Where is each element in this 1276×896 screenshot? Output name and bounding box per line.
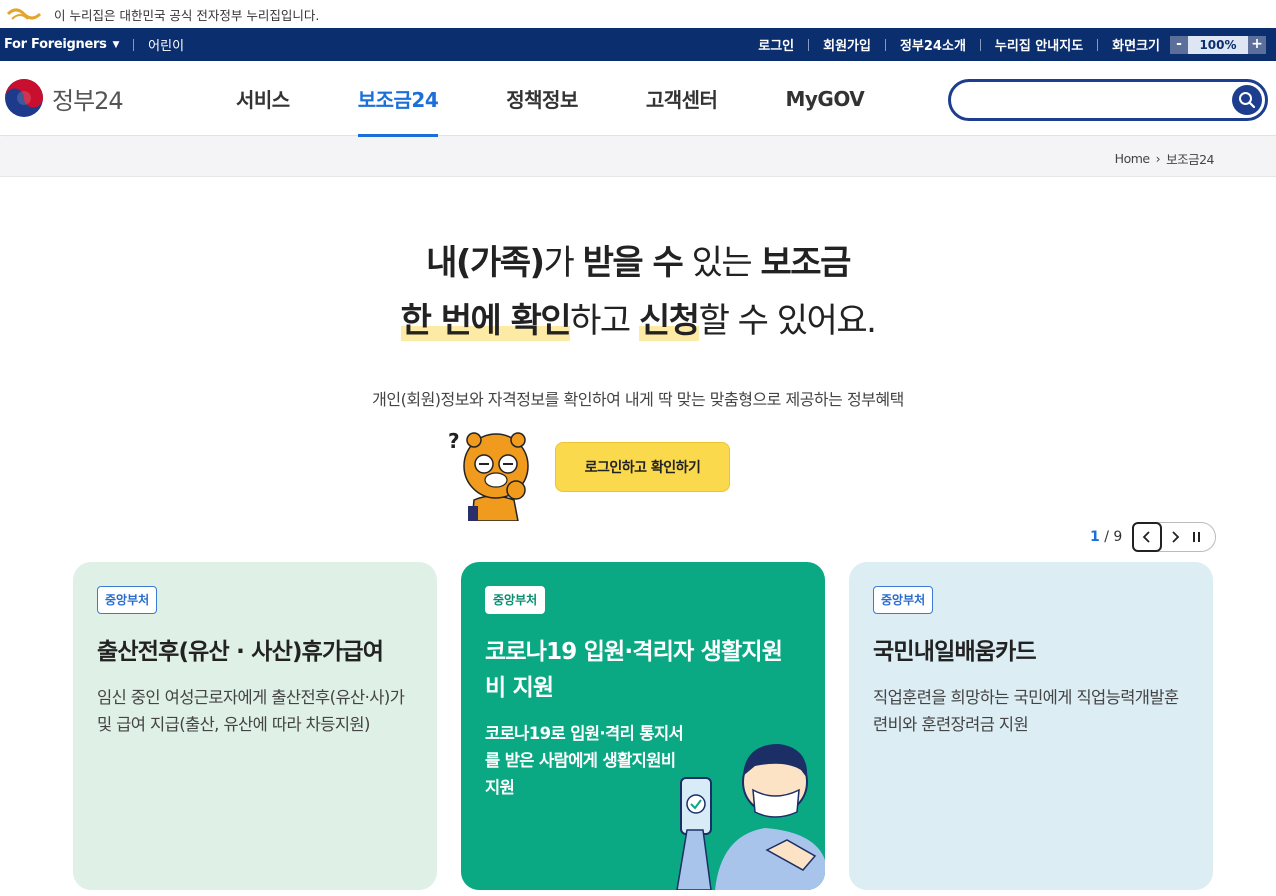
hero-text: 가 (543, 243, 583, 283)
thinking-lion-character-icon: ? (448, 429, 529, 521)
carousel-next-button[interactable] (1167, 529, 1183, 545)
card-category-tag: 중앙부처 (485, 586, 546, 614)
gov-official-banner: 이 누리집은 대한민국 공식 전자정부 누리집입니다. (0, 0, 1276, 28)
masked-person-with-phone-icon (676, 744, 825, 890)
nav-services[interactable]: 서비스 (236, 61, 290, 136)
login-and-check-button[interactable]: 로그인하고 확인하기 (555, 442, 730, 492)
breadcrumb-home[interactable]: Home (1115, 151, 1150, 166)
benefit-card[interactable]: 중앙부처 출산전후(유산 · 사산)휴가급여 임신 중인 여성근로자에게 출산전… (73, 562, 437, 890)
nav-mygov[interactable]: MyGOV (785, 61, 864, 136)
chevron-right-icon: › (1155, 151, 1161, 166)
gov-banner-text: 이 누리집은 대한민국 공식 전자정부 누리집입니다. (54, 7, 320, 23)
hero-text: 할 수 있어요. (698, 301, 877, 341)
for-foreigners-label: For Foreigners (4, 37, 107, 52)
hero-line-2: 한 번에 확인하고 신청할 수 있어요. (0, 295, 1276, 347)
zoom-out-button[interactable]: - (1170, 35, 1188, 54)
carousel-current-page: 1 (1090, 529, 1100, 545)
hero-text-highlight: 한 번에 확인 (400, 301, 572, 341)
sitemap-link[interactable]: 누리집 안내지도 (995, 35, 1083, 54)
logo-text: 정부24 (52, 86, 124, 115)
zoom-value: 100% (1188, 35, 1248, 54)
search-box (948, 79, 1268, 121)
divider (979, 38, 981, 51)
hero-text-bold: 내(가족) (426, 243, 545, 283)
divider (1097, 38, 1099, 51)
card-title: 국민내일배움카드 (873, 639, 1037, 665)
breadcrumb: Home › 보조금24 (1115, 149, 1215, 168)
card-category-tag: 중앙부처 (873, 586, 934, 614)
carousel-prev-button[interactable] (1132, 522, 1163, 552)
carousel-total-pages: / 9 (1104, 529, 1123, 545)
nav-customer-center[interactable]: 고객센터 (646, 61, 718, 136)
zoom-in-button[interactable]: + (1248, 35, 1266, 54)
hero-heading: 내(가족)가 받을 수 있는 보조금 한 번에 확인하고 신청할 수 있어요. (0, 237, 1276, 347)
card-description: 코로나19로 입원·격리 통지서를 받은 사람에게 생활지원비 지원 (485, 724, 684, 797)
zoom-control: - 100% + (1170, 35, 1266, 54)
taegeuk-emblem-icon (5, 79, 43, 117)
hero-text-bold: 받을 수 (582, 243, 684, 283)
carousel-pager: 1 / 9 (1090, 522, 1217, 552)
card-category-tag: 중앙부처 (97, 586, 158, 614)
for-foreigners-menu[interactable]: For Foreigners ▼ (4, 37, 119, 52)
pause-icon (1193, 532, 1201, 542)
breadcrumb-current: 보조금24 (1166, 152, 1214, 167)
hero-line-1: 내(가족)가 받을 수 있는 보조금 (0, 237, 1276, 289)
svg-text:?: ? (448, 429, 460, 453)
login-link[interactable]: 로그인 (758, 35, 794, 54)
search-icon (1239, 92, 1256, 109)
benefit-card[interactable]: 중앙부처 국민내일배움카드 직업훈련을 희망하는 국민에게 직업능력개발훈련비와… (849, 562, 1213, 890)
hero-text-bold: 보조금 (760, 243, 852, 283)
hero-text: 하고 (570, 301, 640, 341)
gov24-logo[interactable]: 정부24 (4, 78, 124, 118)
search-button[interactable] (1232, 85, 1262, 115)
card-title: 코로나19 입원·격리자 생활지원비 지원 (485, 639, 783, 701)
breadcrumb-bar: Home › 보조금24 (0, 137, 1276, 177)
search-input[interactable] (965, 88, 1225, 112)
carousel-controls (1132, 522, 1217, 552)
about-gov24-link[interactable]: 정부24소개 (900, 35, 966, 54)
nav-subsidy24[interactable]: 보조금24 (357, 61, 439, 138)
card-title: 출산전후(유산 · 사산)휴가급여 (97, 639, 384, 665)
divider (133, 38, 135, 51)
caret-down-icon: ▼ (112, 39, 120, 50)
divider (808, 38, 810, 51)
hero-text-highlight: 신청 (639, 301, 700, 341)
nav-policy-info[interactable]: 정책정보 (506, 61, 578, 136)
carousel-page-count: 1 / 9 (1090, 529, 1122, 545)
zoom-label: 화면크기 (1112, 39, 1160, 54)
chevron-right-icon (1172, 531, 1180, 543)
kids-link[interactable]: 어린이 (148, 35, 184, 54)
site-header: 정부24 서비스 보조금24 정책정보 고객센터 MyGOV (0, 61, 1276, 138)
signup-link[interactable]: 회원가입 (823, 35, 871, 54)
utility-bar: For Foreigners ▼ 어린이 로그인 회원가입 정부24소개 누리집… (0, 28, 1276, 61)
chevron-left-icon (1143, 531, 1150, 543)
gov-mark-icon (6, 8, 42, 20)
card-description: 직업훈련을 희망하는 국민에게 직업능력개발훈련비와 훈련장려금 지원 (873, 688, 1179, 734)
hero-subtitle: 개인(회원)정보와 자격정보를 확인하여 내게 딱 맞는 맞춤형으로 제공하는 … (372, 390, 904, 409)
card-description: 임신 중인 여성근로자에게 출산전후(유산·사)가 및 급여 지급(출산, 유산… (97, 688, 405, 734)
carousel-pause-button[interactable] (1189, 529, 1205, 545)
benefit-card[interactable]: 중앙부처 코로나19 입원·격리자 생활지원비 지원 코로나19로 입원·격리 … (461, 562, 825, 890)
main-navigation: 서비스 보조금24 정책정보 고객센터 MyGOV (236, 61, 932, 138)
divider (884, 38, 886, 51)
hero-text: 있는 (682, 243, 761, 283)
